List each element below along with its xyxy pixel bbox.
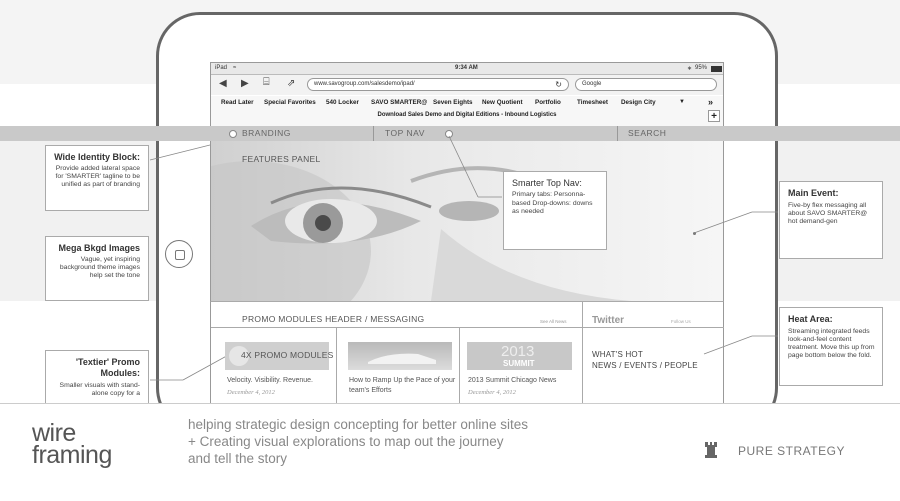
clock: 9:34 AM xyxy=(455,65,478,71)
callout-wide-identity: Wide Identity Block: Provide added later… xyxy=(45,145,149,211)
battery-icon xyxy=(711,66,722,72)
callout-heat-area: Heat Area: Streaming integrated feeds lo… xyxy=(779,307,883,386)
callout-body: Primary tabs: Personna-based Drop-downs:… xyxy=(512,191,593,215)
back-icon[interactable]: ◀ xyxy=(219,78,227,89)
share-icon[interactable]: ⇗ xyxy=(287,78,295,89)
promo-module-date: December 4, 2012 xyxy=(468,389,516,396)
callout-title: Main Event: xyxy=(788,188,839,198)
callout-body: Vague, yet inspiring background theme im… xyxy=(59,256,140,279)
bookmark-item[interactable]: 540 Locker xyxy=(326,99,359,106)
device-label: iPad xyxy=(215,65,228,71)
promo-module[interactable]: 4X PROMO MODULES Velocity. Visibility. R… xyxy=(211,328,335,408)
bluetooth-icon: ∗ xyxy=(687,66,693,72)
bookmarks-overflow-icon[interactable]: » xyxy=(708,97,713,107)
callout-main-event: Main Event: Five-by flex messaging all a… xyxy=(779,181,883,259)
whats-hot-label: WHAT'S HOT xyxy=(592,350,643,359)
callout-body: Five-by flex messaging all about SAVO SM… xyxy=(788,202,868,225)
bookmark-item[interactable]: Design City xyxy=(621,99,656,106)
callout-title: Mega Bkgd Images xyxy=(58,243,140,253)
home-button[interactable] xyxy=(165,240,193,268)
bookmarks-book-icon[interactable]: ⌸ xyxy=(263,76,270,89)
bookmark-item[interactable]: Read Later xyxy=(221,99,254,106)
wordmark-line2: framing xyxy=(32,441,112,469)
callout-title: Heat Area: xyxy=(788,314,833,324)
callout-body: Smaller visuals with stand-alone copy fo… xyxy=(59,382,140,397)
promo-header: PROMO MODULES HEADER / MESSAGING xyxy=(242,314,425,324)
twitter-title: Twitter xyxy=(592,315,625,326)
summit-year: 2013 xyxy=(501,343,535,360)
dropdown-arrow-icon[interactable]: ▼ xyxy=(679,99,685,105)
bookmark-item[interactable]: Seven Eights xyxy=(433,99,473,106)
promo-module[interactable]: How to Ramp Up the Pace of your team's E… xyxy=(336,328,459,408)
promo-module[interactable]: 2013 SUMMIT 2013 Summit Chicago News Dec… xyxy=(459,328,582,408)
bookmark-item[interactable]: Timesheet xyxy=(577,99,608,106)
promo-module-title: How to Ramp Up the Pace of your team's E… xyxy=(349,377,456,394)
callout-body: Provide added lateral space for 'SMARTER… xyxy=(55,165,140,188)
callout-title: Smarter Top Nav: xyxy=(512,178,582,188)
footer: wire framing helping strategic design co… xyxy=(0,403,900,501)
callout-smarter-top-nav: Smarter Top Nav: Primary tabs: Personna-… xyxy=(503,171,607,250)
callout-textier-promo: 'Textier' Promo Modules: Smaller visuals… xyxy=(45,350,149,406)
promo-thumbnail: 2013 SUMMIT xyxy=(467,342,572,370)
home-button-square-icon xyxy=(175,250,185,260)
promo-module-date: December 4, 2012 xyxy=(227,389,275,396)
nav-divider xyxy=(373,126,374,141)
promo-module-title: 2013 Summit Chicago News xyxy=(468,377,557,384)
nav-top-nav[interactable]: TOP NAV xyxy=(385,128,425,138)
callout-mega-bkgd: Mega Bkgd Images Vague, yet inspiring ba… xyxy=(45,236,149,301)
search-field-value: Google xyxy=(582,81,602,87)
download-banner[interactable]: Download Sales Demo and Digital Editions… xyxy=(211,112,723,118)
bookmark-item[interactable]: Special Favorites xyxy=(264,99,316,106)
search-field[interactable]: Google xyxy=(575,78,717,91)
top-nav-marker-icon xyxy=(445,130,453,138)
url-bar[interactable]: www.savogroup.com/salesdemo/ipad/ ↻ xyxy=(307,78,569,91)
summit-word: SUMMIT xyxy=(503,359,535,368)
callout-title: 'Textier' Promo Modules: xyxy=(75,357,140,378)
nav-search[interactable]: SEARCH xyxy=(628,128,666,138)
car-image xyxy=(368,353,436,364)
promo-badge: 4X PROMO MODULES xyxy=(241,350,334,360)
reload-icon[interactable]: ↻ xyxy=(555,80,562,89)
bookmark-item[interactable]: SAVO SMARTER@ xyxy=(371,99,427,106)
twitter-follow-link[interactable]: Follow Us xyxy=(671,319,691,324)
nav-divider xyxy=(617,126,618,141)
twitter-panel: Twitter Follow Us WHAT'S HOT NEWS / EVEN… xyxy=(582,302,724,407)
footer-tagline: helping strategic design concepting for … xyxy=(188,417,528,466)
status-bar: iPad ≈ 9:34 AM ∗ 95% xyxy=(211,63,723,75)
promo-thumbnail xyxy=(348,342,452,370)
hero-panel: FEATURES PANEL xyxy=(211,141,723,301)
twitter-header-rule xyxy=(583,327,724,328)
rook-icon xyxy=(704,441,718,459)
promo-module-title: Velocity. Visibility. Revenue. xyxy=(227,377,313,384)
forward-icon[interactable]: ▶ xyxy=(241,78,249,89)
bookmark-item[interactable]: New Quotient xyxy=(482,99,523,106)
callout-title: Wide Identity Block: xyxy=(54,152,140,162)
features-panel-label: FEATURES PANEL xyxy=(242,154,321,164)
battery-percent: 95% xyxy=(695,65,708,71)
see-all-news-link[interactable]: See All News xyxy=(540,319,567,324)
hero-eye-image xyxy=(211,161,631,301)
footer-brand: PURE STRATEGY xyxy=(738,444,845,458)
branding-marker-icon xyxy=(229,130,237,138)
feeds-label: NEWS / EVENTS / PEOPLE xyxy=(592,361,698,370)
bookmarks-bar: Read Later Special Favorites 540 Locker … xyxy=(211,96,723,127)
main-event-dot xyxy=(693,232,696,235)
wifi-icon: ≈ xyxy=(233,65,237,71)
new-tab-button[interactable]: + xyxy=(708,110,720,122)
nav-branding[interactable]: BRANDING xyxy=(242,128,291,138)
url-text: www.savogroup.com/salesdemo/ipad/ xyxy=(314,81,415,87)
callout-body: Streaming integrated feeds look-and-feel… xyxy=(788,328,875,359)
bookmark-item[interactable]: Portfolio xyxy=(535,99,561,106)
